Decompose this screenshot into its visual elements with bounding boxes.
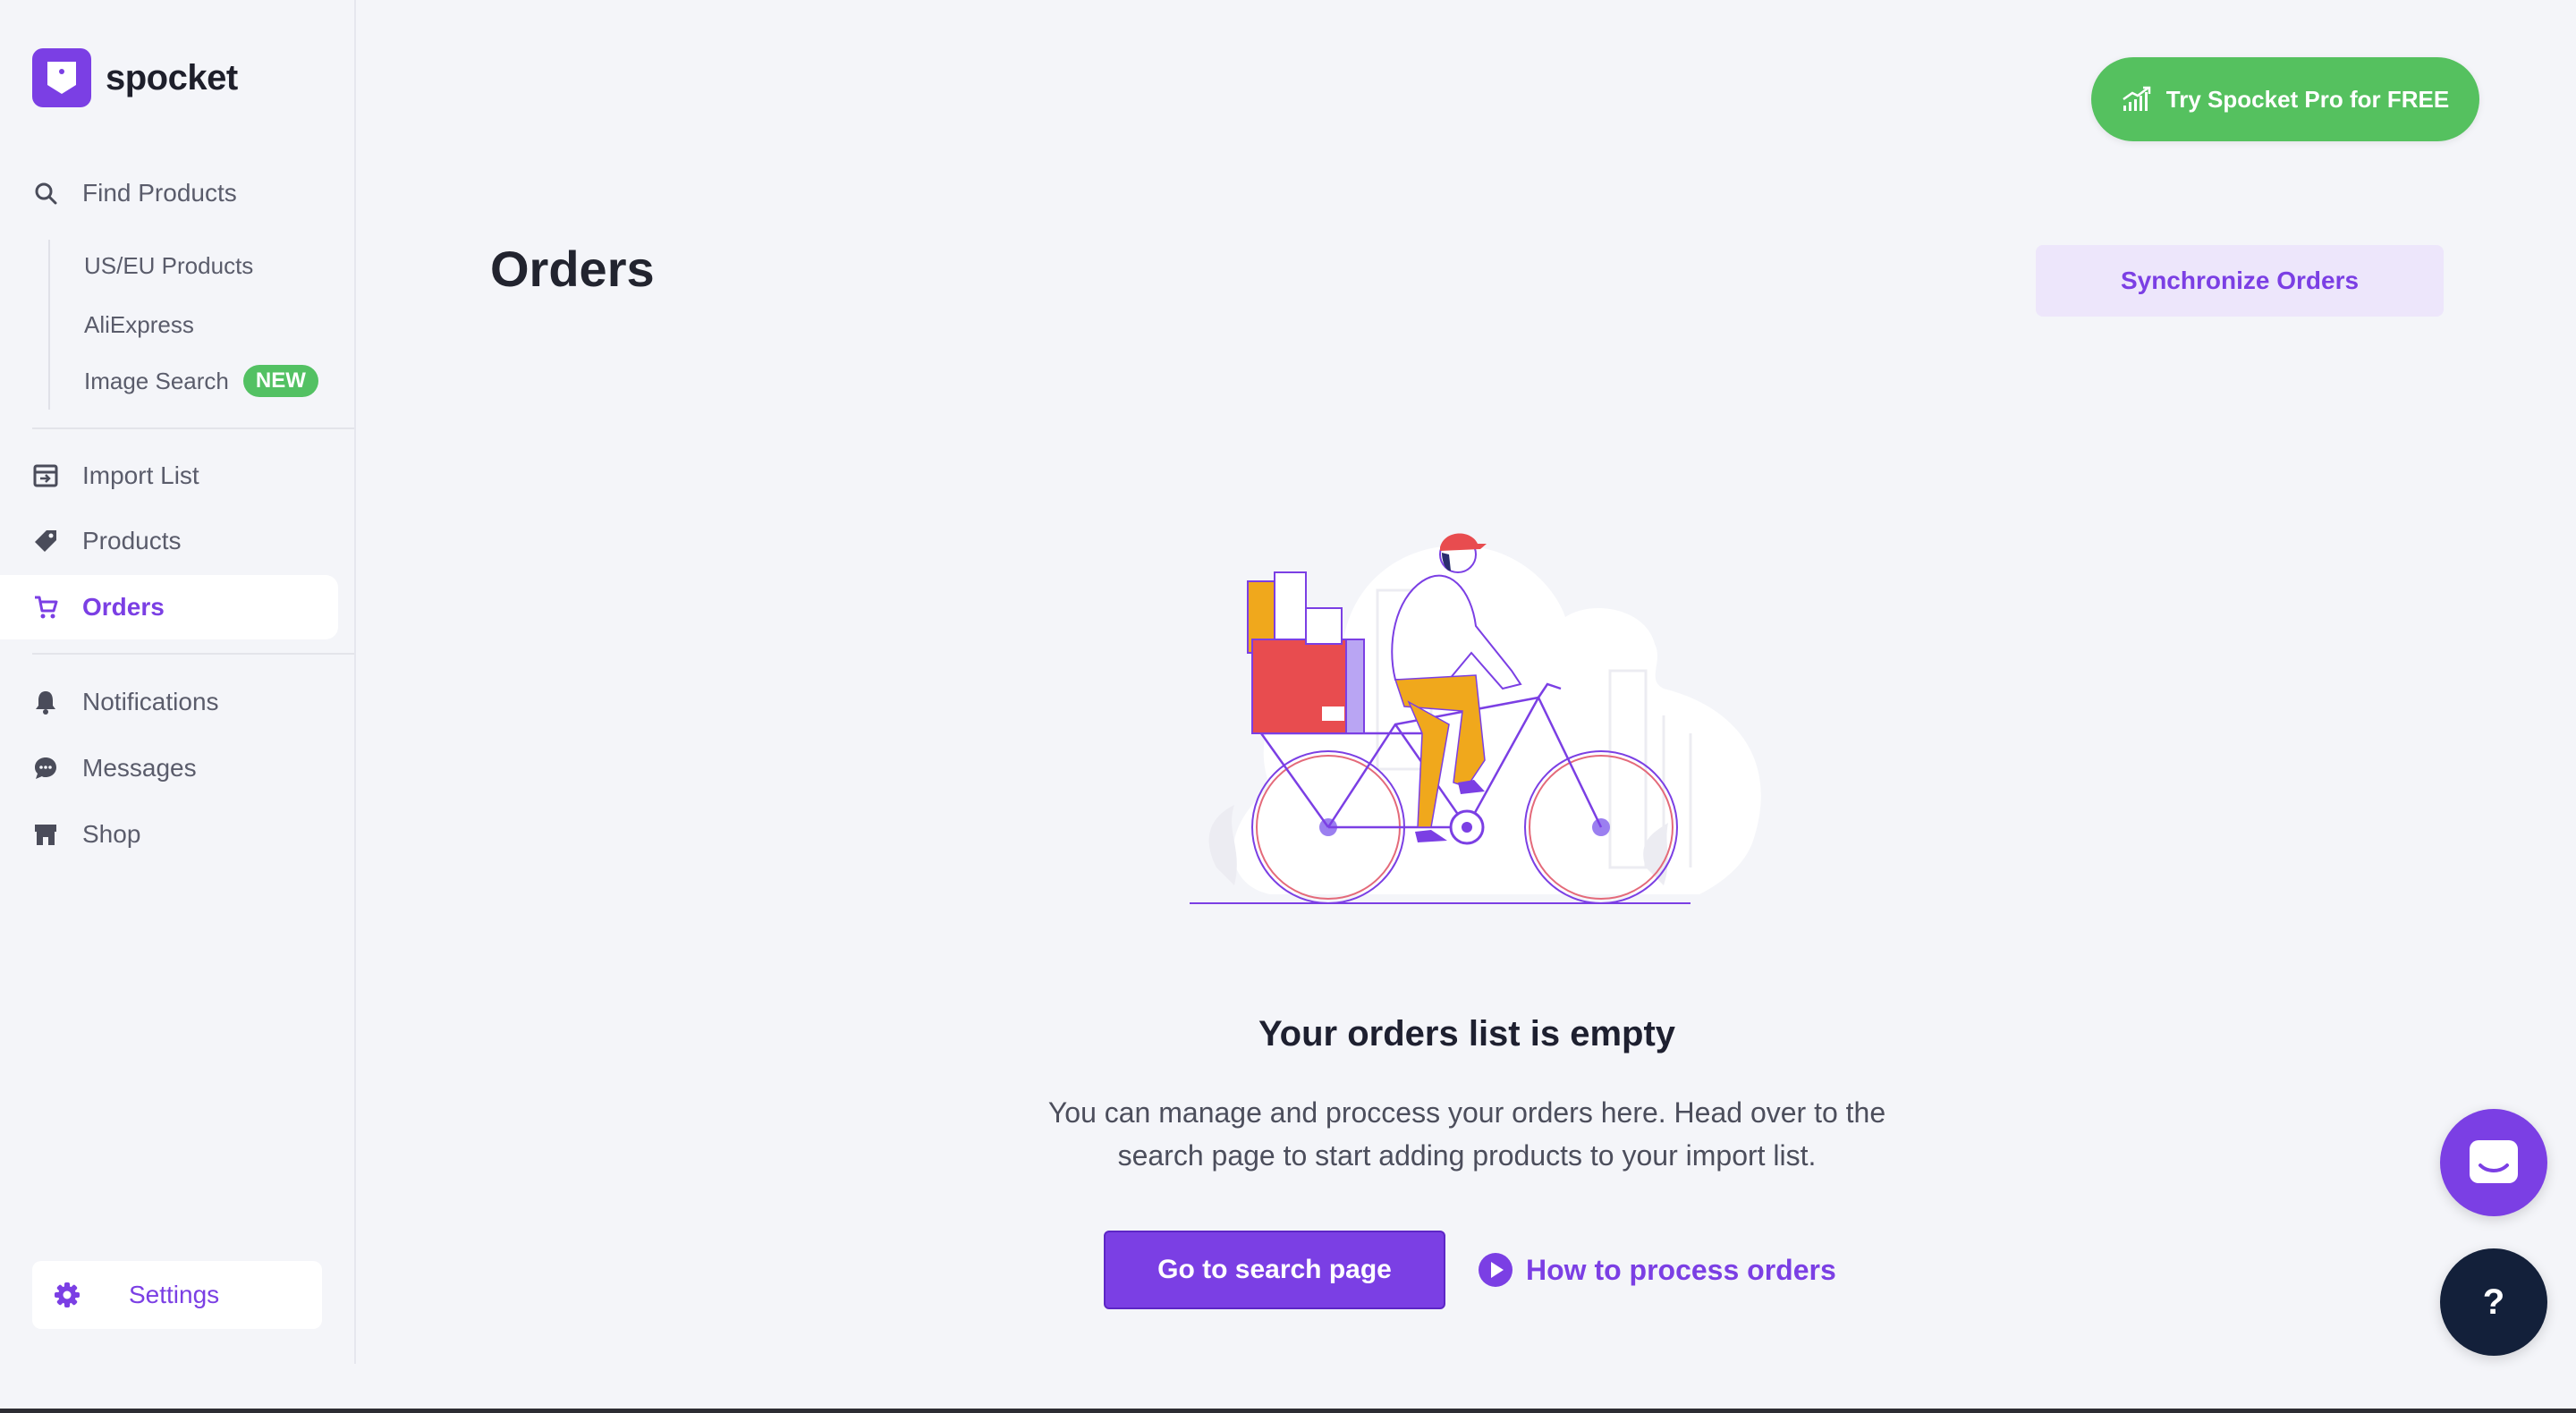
find-products-subnav: US/EU Products AliExpress Image Search N… — [48, 240, 318, 410]
tag-icon — [32, 528, 59, 554]
sidebar-item-products[interactable]: Products — [0, 509, 338, 573]
sidebar-item-messages[interactable]: Messages — [0, 736, 338, 800]
sidebar-item-label: Shop — [82, 820, 141, 848]
subnav-item-image-search[interactable]: Image Search NEW — [84, 365, 318, 397]
subnav-item-label: AliExpress — [84, 311, 194, 338]
page-title: Orders — [490, 241, 655, 297]
sidebar-item-label: Find Products — [82, 179, 237, 207]
try-pro-label: Try Spocket Pro for FREE — [2165, 85, 2450, 113]
sidebar-item-import-list[interactable]: Import List — [0, 444, 338, 508]
empty-state-line-2: search page to start adding products to … — [1117, 1139, 1817, 1172]
chat-bubble-icon — [32, 755, 59, 782]
settings-label: Settings — [129, 1281, 220, 1308]
chat-widget-button[interactable] — [2440, 1109, 2547, 1216]
synchronize-orders-button[interactable]: Synchronize Orders — [2036, 245, 2444, 317]
search-icon — [32, 180, 59, 207]
spocket-logo[interactable]: spocket — [32, 48, 238, 107]
delivery-bike-illustration — [1163, 492, 1789, 912]
window-bottom-edge — [0, 1409, 2576, 1413]
subnav-item-us-eu-products[interactable]: US/EU Products — [84, 252, 253, 280]
subnav-item-label: US/EU Products — [84, 252, 254, 279]
empty-state-title: Your orders list is empty — [1258, 1014, 1676, 1053]
growth-chart-icon — [2122, 86, 2152, 113]
sidebar: spocket Find Products US/EU Products Ali… — [0, 0, 356, 1364]
subnav-item-aliexpress[interactable]: AliExpress — [84, 311, 194, 339]
settings-button[interactable]: Settings — [32, 1261, 322, 1329]
sidebar-item-label: Notifications — [82, 688, 219, 715]
sidebar-item-label: Import List — [82, 461, 199, 489]
sidebar-item-find-products[interactable]: Find Products — [0, 161, 338, 225]
import-list-icon — [32, 462, 59, 489]
empty-state-description: You can manage and proccess your orders … — [1020, 1091, 1914, 1177]
new-badge: NEW — [242, 365, 318, 397]
go-to-search-page-button[interactable]: Go to search page — [1104, 1231, 1445, 1309]
sidebar-item-label: Messages — [82, 754, 197, 782]
play-circle-icon — [1478, 1252, 1513, 1288]
sidebar-divider — [32, 653, 354, 655]
sidebar-item-shop[interactable]: Shop — [0, 802, 338, 867]
bell-icon — [32, 689, 59, 715]
logo-text: spocket — [106, 57, 238, 97]
try-pro-button[interactable]: Try Spocket Pro for FREE — [2091, 57, 2479, 141]
empty-state-line-1: You can manage and proccess your orders … — [1047, 1096, 1886, 1129]
chat-widget-icon — [2468, 1138, 2520, 1187]
sidebar-item-label: Products — [82, 527, 182, 554]
cart-icon — [32, 594, 59, 621]
gear-icon — [54, 1282, 80, 1308]
store-icon — [32, 821, 59, 848]
how-to-process-orders-link[interactable]: How to process orders — [1478, 1248, 1836, 1291]
sidebar-item-orders[interactable]: Orders — [0, 575, 338, 639]
sidebar-item-label: Orders — [82, 593, 165, 621]
sidebar-divider — [32, 427, 354, 429]
sidebar-item-notifications[interactable]: Notifications — [0, 670, 338, 734]
help-button[interactable]: ? — [2440, 1248, 2547, 1356]
subnav-item-label: Image Search — [84, 367, 229, 394]
how-to-process-orders-label: How to process orders — [1526, 1253, 1836, 1286]
spocket-logo-icon — [32, 48, 91, 107]
